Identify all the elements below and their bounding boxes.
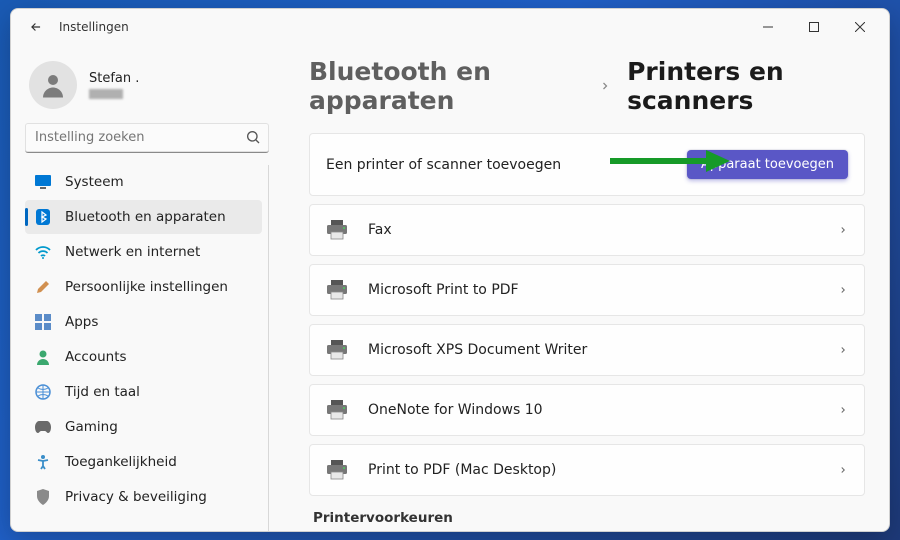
printer-name: Print to PDF (Mac Desktop) (368, 462, 838, 478)
monitor-icon (35, 174, 51, 190)
minimize-button[interactable] (745, 12, 791, 42)
titlebar: Instellingen (11, 9, 889, 45)
globe-icon (35, 384, 51, 400)
breadcrumb-current: Printers en scanners (627, 57, 865, 115)
sidebar-item-time-language[interactable]: Tijd en taal (25, 375, 262, 409)
printer-icon (326, 279, 348, 301)
sidebar-item-privacy[interactable]: Privacy & beveiliging (25, 480, 262, 514)
back-button[interactable] (25, 16, 47, 38)
game-icon (35, 419, 51, 435)
settings-window: Instellingen Stefan . (10, 8, 890, 532)
sidebar-item-accounts[interactable]: Accounts (25, 340, 262, 374)
chevron-right-icon (838, 345, 848, 355)
sidebar-item-label: Accounts (65, 349, 127, 365)
close-button[interactable] (837, 12, 883, 42)
chevron-right-icon (838, 285, 848, 295)
printer-row[interactable]: OneNote for Windows 10 (309, 384, 865, 436)
printer-row[interactable]: Print to PDF (Mac Desktop) (309, 444, 865, 496)
printer-icon (326, 219, 348, 241)
chevron-right-icon (599, 80, 611, 92)
window-title: Instellingen (59, 20, 745, 34)
chevron-right-icon (838, 405, 848, 415)
sidebar: Stefan . Systeem Bluetooth en apparaten (11, 45, 281, 531)
add-device-card: Een printer of scanner toevoegen Apparaa… (309, 133, 865, 196)
person-icon (35, 349, 51, 365)
printer-name: Fax (368, 222, 838, 238)
sidebar-nav: Systeem Bluetooth en apparaten Netwerk e… (25, 165, 269, 531)
printer-name: Microsoft XPS Document Writer (368, 342, 838, 358)
search-input[interactable] (25, 123, 269, 153)
search-icon (245, 129, 261, 145)
printer-name: OneNote for Windows 10 (368, 402, 838, 418)
sidebar-item-label: Netwerk en internet (65, 244, 200, 260)
add-device-text: Een printer of scanner toevoegen (326, 157, 687, 173)
user-name: Stefan . (89, 71, 139, 86)
accessibility-icon (35, 454, 51, 470)
window-controls (745, 12, 883, 42)
sidebar-item-accessibility[interactable]: Toegankelijkheid (25, 445, 262, 479)
sidebar-item-apps[interactable]: Apps (25, 305, 262, 339)
printer-name: Microsoft Print to PDF (368, 282, 838, 298)
printer-row[interactable]: Microsoft XPS Document Writer (309, 324, 865, 376)
main-content: Bluetooth en apparaten Printers en scann… (281, 45, 889, 531)
printer-prefs-heading: Printervoorkeuren (309, 510, 865, 526)
sidebar-item-personalization[interactable]: Persoonlijke instellingen (25, 270, 262, 304)
sidebar-item-label: Systeem (65, 174, 124, 190)
printer-icon (326, 399, 348, 421)
maximize-button[interactable] (791, 12, 837, 42)
sidebar-item-label: Privacy & beveiliging (65, 489, 207, 505)
sidebar-item-label: Bluetooth en apparaten (65, 209, 226, 225)
sidebar-item-label: Apps (65, 314, 98, 330)
chevron-right-icon (838, 225, 848, 235)
avatar (29, 61, 77, 109)
apps-icon (35, 314, 51, 330)
search-box[interactable] (25, 123, 269, 153)
sidebar-item-label: Persoonlijke instellingen (65, 279, 228, 295)
sidebar-item-system[interactable]: Systeem (25, 165, 262, 199)
sidebar-item-label: Tijd en taal (65, 384, 140, 400)
user-profile[interactable]: Stefan . (25, 55, 269, 123)
sidebar-item-network[interactable]: Netwerk en internet (25, 235, 262, 269)
chevron-right-icon (838, 465, 848, 475)
add-device-button[interactable]: Apparaat toevoegen (687, 150, 848, 179)
wifi-icon (35, 244, 51, 260)
printer-icon (326, 459, 348, 481)
printer-row[interactable]: Microsoft Print to PDF (309, 264, 865, 316)
sidebar-item-bluetooth[interactable]: Bluetooth en apparaten (25, 200, 262, 234)
sidebar-item-label: Toegankelijkheid (65, 454, 177, 470)
sidebar-item-gaming[interactable]: Gaming (25, 410, 262, 444)
breadcrumb: Bluetooth en apparaten Printers en scann… (309, 57, 865, 115)
printer-list: Fax Microsoft Print to PDF Microsoft XPS D… (309, 204, 865, 496)
printer-icon (326, 339, 348, 361)
sidebar-item-label: Gaming (65, 419, 118, 435)
brush-icon (35, 279, 51, 295)
shield-icon (35, 489, 51, 505)
breadcrumb-parent[interactable]: Bluetooth en apparaten (309, 57, 583, 115)
printer-row[interactable]: Fax (309, 204, 865, 256)
user-email-redacted (89, 89, 123, 99)
bluetooth-icon (35, 209, 51, 225)
